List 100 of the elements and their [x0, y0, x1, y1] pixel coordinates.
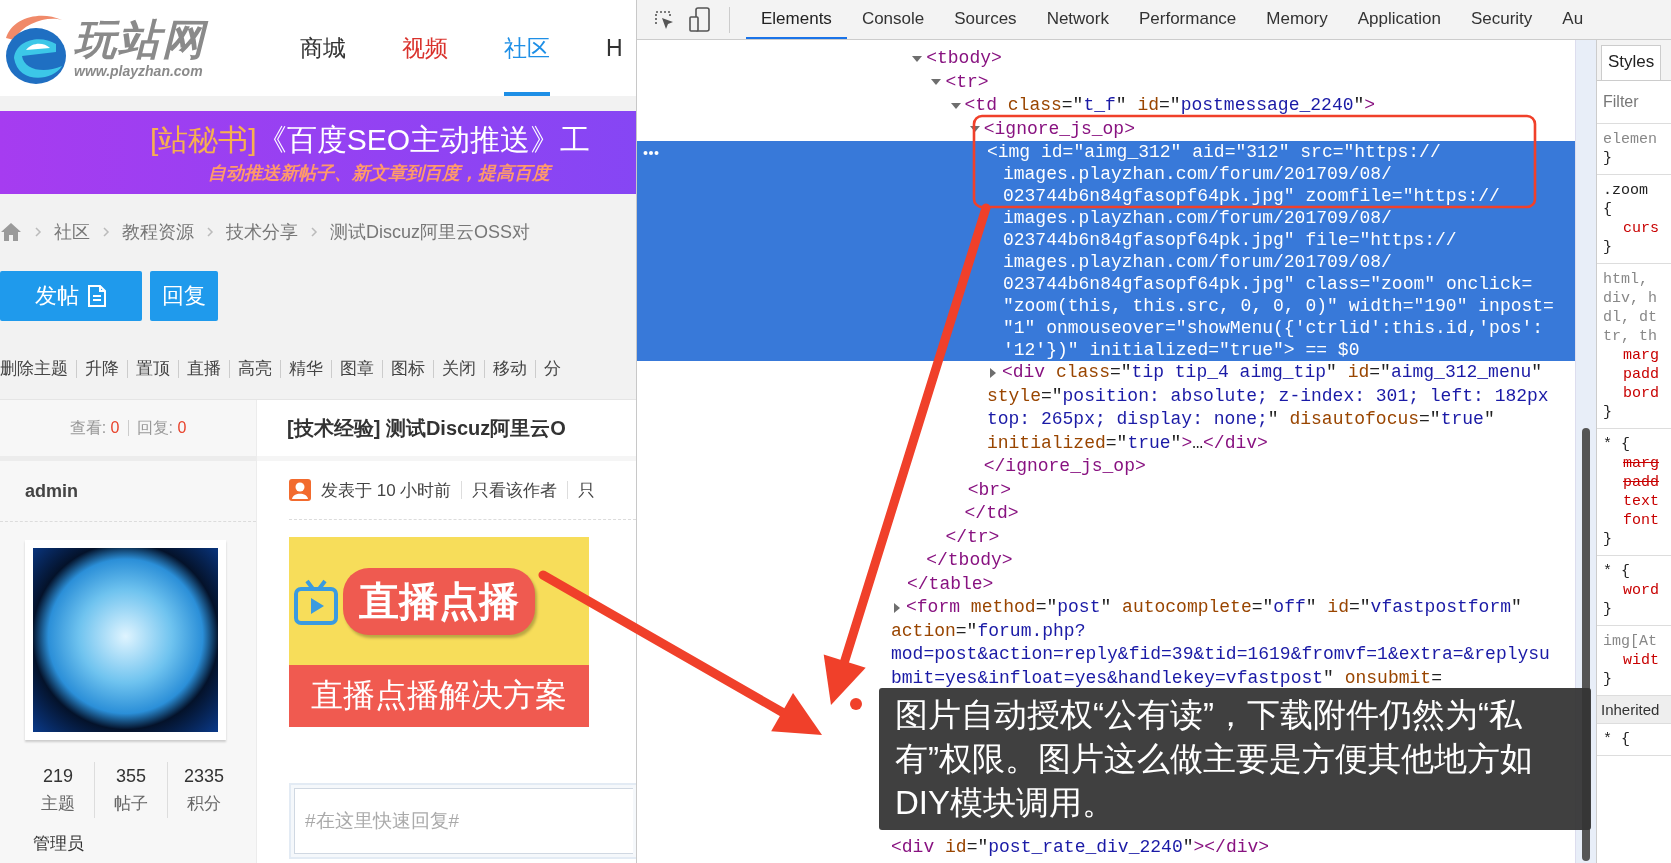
style-property[interactable]: padd	[1603, 473, 1671, 492]
photo-placeholder[interactable]	[33, 548, 218, 732]
breadcrumb-link[interactable]: 社区	[54, 220, 90, 244]
user-icon	[289, 479, 311, 501]
moderation-link[interactable]: 移动	[484, 360, 535, 378]
disclosure-triangle-icon[interactable]	[950, 102, 961, 109]
moderation-link[interactable]: 图标	[382, 360, 433, 378]
post-time: 发表于 10 小时前	[321, 479, 452, 502]
style-brace: }	[1603, 530, 1613, 549]
devtools-tab[interactable]: Application	[1342, 0, 1456, 39]
style-property[interactable]: widt	[1603, 651, 1671, 670]
disclosure-triangle-icon[interactable]	[969, 126, 980, 133]
stat-value: 219	[42, 765, 73, 788]
dom-node-row[interactable]: <ignore_js_op>	[967, 117, 1575, 141]
dom-node-row[interactable]: <div class="tip tip_4 aimg_tip" id="aimg_312_menu" style="position: absolute; z-index: 301; left: 182px top: 265px; display: none;" disautofocus="true" initialized="true">…</div>	[986, 361, 1575, 455]
style-property[interactable]: curs	[1603, 219, 1671, 238]
devtools-tab[interactable]: Sources	[939, 0, 1032, 39]
code-line: </tr>	[944, 525, 1001, 549]
chevron-right-icon	[34, 226, 42, 238]
disclosure-triangle-icon[interactable]	[894, 602, 900, 613]
code-line: <br>	[967, 478, 1011, 502]
stat-value: 355	[115, 765, 146, 788]
disclosure-triangle-icon[interactable]	[912, 55, 923, 62]
code-line: <ignore_js_op>	[983, 117, 1135, 141]
moderation-link[interactable]: 升降	[76, 360, 127, 378]
code-line: <div id="post_rate_div_2240"></div>	[891, 836, 1270, 859]
moderation-link[interactable]: 置顶	[127, 360, 178, 378]
moderation-link[interactable]: 高亮	[229, 360, 280, 378]
code-line: bmit=yes&infloat=yes&handlekey=vfastpost" onsubmit=	[891, 666, 1443, 690]
style-property[interactable]: font	[1603, 511, 1671, 530]
style-selector: Inherited	[1601, 700, 1661, 719]
devtools-tab[interactable]: Memory	[1251, 0, 1343, 39]
devtools-tab[interactable]: Console	[846, 0, 940, 39]
nav-link[interactable]: H	[606, 0, 623, 96]
code-line: <tbody>	[926, 47, 1002, 70]
stat-value: 2335	[183, 765, 224, 788]
dom-node-row[interactable]: <form method="post" autocomplete="off" id="vfastpostform" action="forum.php? mod=post&action=reply&fid=39&tid=1619&fromvf=1&extra=&replysu bmit=yes&infloat=yes&handlekey=vfastpost" onsubmit=	[891, 596, 1575, 690]
style-brace: }	[1603, 670, 1613, 689]
style-brace: {	[1603, 200, 1613, 219]
style-property[interactable]: text	[1603, 492, 1671, 511]
moderation-link[interactable]: 图章	[331, 360, 382, 378]
devtools-tab[interactable]: Performance	[1124, 0, 1252, 39]
promo-banner[interactable]: [站秘书]《百度SEO主动推送》工 自动推送新帖子、新文章到百度，提高百度	[0, 111, 636, 194]
style-property[interactable]: word	[1603, 581, 1671, 600]
devtools-tab[interactable]: Elements	[746, 0, 847, 39]
code-line: '12'})" initialized="true"> == $0	[1002, 339, 1361, 361]
code-line: <form method="post" autocomplete="off" id="vfastpostform"	[906, 596, 1522, 619]
dom-node-row[interactable]: <div id="post_rate_div_2240"></div>	[891, 836, 1575, 860]
post-filter-link[interactable]: 只看该作者	[472, 478, 558, 502]
stat-label: 主题	[41, 793, 75, 815]
promo-badge: 直播点播	[343, 567, 535, 635]
dom-node-row[interactable]: <tr>	[929, 70, 1575, 94]
code-line: <td class="t_f" id="postmessage_2240">	[964, 94, 1376, 117]
logo-url: www.playzhan.com	[74, 63, 204, 79]
style-brace: }	[1603, 238, 1613, 257]
post-filter-link[interactable]: 只	[578, 478, 596, 502]
breadcrumb-link[interactable]: 技术分享	[226, 220, 298, 244]
style-selector: * {	[1603, 435, 1631, 454]
styles-tab[interactable]: Styles	[1601, 45, 1662, 80]
style-property[interactable]: bord	[1603, 384, 1671, 403]
moderation-link[interactable]: 分	[535, 360, 569, 378]
code-line: <div class="tip tip_4 aimg_tip" id="aimg_312_menu"	[1001, 361, 1543, 384]
style-selector: * {	[1603, 562, 1631, 581]
dom-node-row[interactable]: <tbody>	[910, 47, 1575, 71]
devtools-tab[interactable]: Security	[1455, 0, 1548, 39]
moderation-link[interactable]: 精华	[280, 360, 331, 378]
disclosure-triangle-icon[interactable]	[989, 367, 996, 378]
style-property[interactable]: marg	[1603, 454, 1671, 473]
moderation-link[interactable]: 直播	[178, 360, 229, 378]
moderation-link[interactable]: 删除主题	[0, 360, 76, 378]
nav-link[interactable]: 商城	[300, 0, 346, 96]
author-name[interactable]: admin	[25, 480, 78, 502]
style-property[interactable]: padd	[1603, 365, 1671, 384]
reply-field[interactable]: #在这里快速回复#	[289, 783, 636, 859]
style-brace: }	[1603, 600, 1613, 619]
code-line: </tbody>	[925, 549, 1014, 572]
style-property[interactable]: marg	[1603, 346, 1671, 365]
style-selector: html,	[1603, 270, 1649, 289]
code-line: images.playzhan.com/forum/201709/08/	[1002, 207, 1393, 229]
style-selector: dl, dt	[1603, 308, 1658, 327]
more-dots-icon[interactable]	[642, 150, 659, 156]
code-line: mod=post&action=reply&fid=39&tid=1619&fromvf=1&extra=&replysu	[891, 643, 1551, 666]
devtools-tab[interactable]: Au	[1547, 0, 1599, 39]
devtools-tab[interactable]: Network	[1031, 0, 1124, 39]
dom-node-row[interactable]: <td class="t_f" id="postmessage_2240">	[948, 94, 1575, 118]
nav-link[interactable]: 视频	[402, 0, 448, 96]
dom-node-row[interactable]: <br>	[967, 478, 1575, 502]
code-line: "1" onmouseover="showMenu({'ctrlid':this.id,'pos':	[1002, 317, 1545, 339]
breadcrumb-link[interactable]: 教程资源	[122, 220, 194, 244]
code-line: action="forum.php?	[891, 619, 1087, 643]
style-selector: elemen	[1603, 130, 1658, 149]
style-selector: tr, th	[1603, 327, 1658, 346]
chevron-right-icon	[310, 226, 318, 238]
disclosure-triangle-icon[interactable]	[931, 79, 942, 86]
inspect-icon[interactable]	[653, 8, 675, 31]
moderation-link[interactable]: 关闭	[433, 360, 484, 378]
device-icon[interactable]	[689, 6, 711, 33]
chevron-right-icon	[102, 226, 110, 238]
code-line: top: 265px; display: none;" disautofocus="true"	[986, 408, 1496, 431]
breadcrumb-link[interactable]: 测试Discuz阿里云OSS对	[330, 220, 531, 244]
